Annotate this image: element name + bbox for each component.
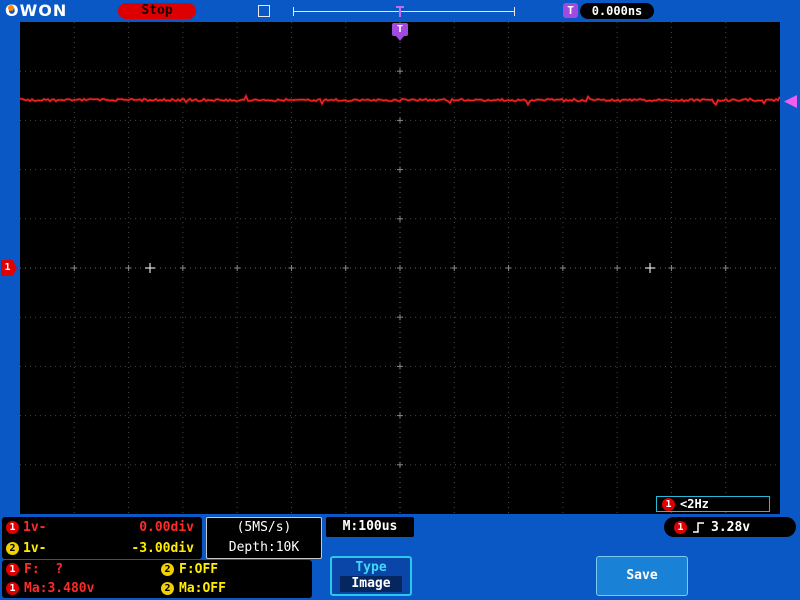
ch1-mean-measure: 1 Ma:3.480v bbox=[6, 581, 161, 596]
trigger-level-arrow[interactable] bbox=[784, 95, 797, 108]
ch2-position: -3.00div bbox=[131, 541, 194, 556]
frequency-counter: 1 <2Hz bbox=[656, 496, 770, 512]
ch1-badge-icon: 1 bbox=[6, 582, 19, 595]
hpos-bar-line bbox=[293, 11, 515, 12]
ch2-freq-measure: 2 F:OFF bbox=[161, 562, 311, 577]
sample-rate: (5MS/s) bbox=[236, 520, 292, 535]
hpos-trigger-tick bbox=[399, 6, 401, 17]
owon-logo: OWON bbox=[5, 1, 67, 20]
channel-info-box: 1 1v- 0.00div 2 1v- -3.00div bbox=[2, 517, 202, 559]
hpos-left-tick bbox=[293, 7, 294, 16]
ch1-badge-icon: 1 bbox=[674, 520, 687, 534]
ch1-position: 0.00div bbox=[139, 520, 194, 535]
measurements-box: 1 F: ? 2 F:OFF 1 Ma:3.480v 2 Ma:OFF bbox=[2, 560, 312, 598]
ch1-freq-measure: 1 F: ? bbox=[6, 562, 161, 577]
trigger-level-value: 3.28v bbox=[711, 519, 751, 535]
ch2-scale: 1v- bbox=[23, 541, 47, 556]
scope-screen: T 1 <2Hz bbox=[20, 22, 780, 514]
ch2-mean-measure: 2 Ma:OFF bbox=[161, 581, 311, 596]
ch2-freq-label: F:OFF bbox=[179, 562, 219, 577]
ch2-mean-label: Ma:OFF bbox=[179, 581, 226, 596]
type-image-button[interactable]: Type Image bbox=[330, 556, 412, 596]
ch2-badge-icon: 2 bbox=[6, 542, 19, 555]
hpos-right-tick bbox=[514, 7, 515, 16]
run-stop-button[interactable]: Stop bbox=[118, 3, 196, 19]
ch1-freq-label: F: ? bbox=[24, 562, 64, 577]
trigger-t-badge: T bbox=[563, 3, 578, 18]
trigger-level-readout: 1 3.28v bbox=[664, 517, 796, 537]
trigger-time-readout: 0.000ns bbox=[580, 3, 654, 19]
save-button[interactable]: Save bbox=[596, 556, 688, 596]
logo-dot-icon bbox=[8, 5, 14, 11]
ch1-mean-label: Ma:3.480v bbox=[24, 581, 95, 596]
rising-edge-icon bbox=[693, 521, 704, 533]
trigger-position-arrow-icon bbox=[396, 36, 404, 41]
horizontal-position-bar[interactable] bbox=[293, 4, 515, 18]
type-value-image: Image bbox=[340, 576, 402, 592]
ch2-badge-icon: 2 bbox=[161, 563, 174, 576]
graticule-and-trace bbox=[20, 22, 780, 514]
ch1-badge-icon: 1 bbox=[6, 563, 19, 576]
logo-text: OWON bbox=[5, 1, 68, 20]
oscilloscope-ui: OWON Stop T 0.000ns T 1 <2Hz 1 1 1v- 0.0… bbox=[0, 0, 800, 600]
ch1-badge-icon: 1 bbox=[6, 521, 19, 534]
horizontal-position-icon bbox=[258, 5, 270, 17]
top-bar: OWON Stop T 0.000ns bbox=[0, 0, 800, 22]
ch1-badge-icon: 1 bbox=[662, 497, 675, 511]
timebase-readout: M:100us bbox=[326, 517, 414, 537]
ch1-position-marker[interactable]: 1 bbox=[1, 260, 17, 276]
ch2-info-row: 2 1v- -3.00div bbox=[2, 538, 202, 559]
ch2-badge-icon: 2 bbox=[161, 582, 174, 595]
type-label: Type bbox=[355, 560, 387, 575]
ch1-scale: 1v- bbox=[23, 520, 47, 535]
ch1-info-row: 1 1v- 0.00div bbox=[2, 517, 202, 538]
acquisition-box: (5MS/s) Depth:10K bbox=[206, 517, 322, 559]
trigger-position-marker[interactable]: T bbox=[392, 23, 408, 36]
frequency-value: <2Hz bbox=[680, 497, 709, 511]
memory-depth: Depth:10K bbox=[228, 540, 300, 555]
